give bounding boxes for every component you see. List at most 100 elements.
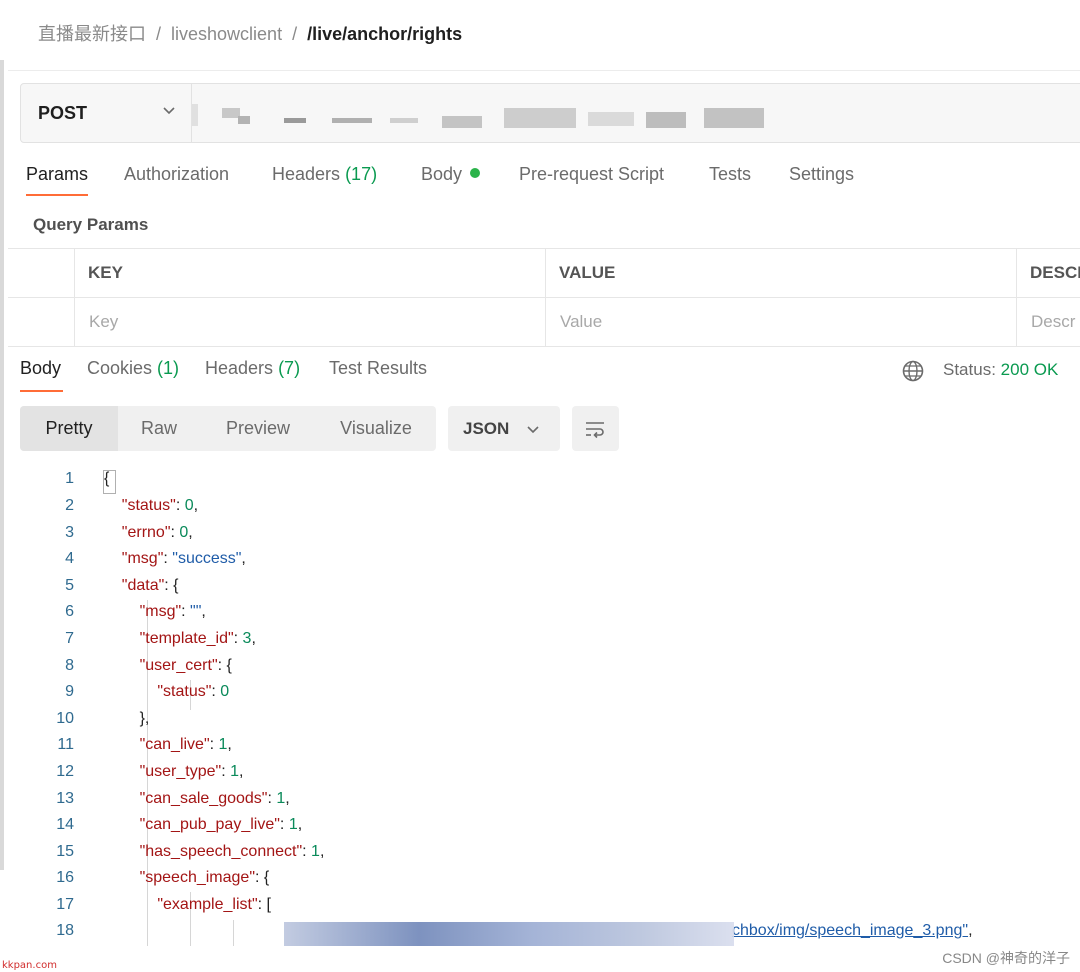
- active-tab-indicator: [26, 194, 88, 196]
- wrap-lines-icon: [586, 422, 604, 439]
- tab-pre-request-script[interactable]: Pre-request Script: [519, 164, 664, 185]
- query-params-title: Query Params: [33, 215, 149, 234]
- line-number: 14: [56, 816, 74, 833]
- line-number: 6: [65, 603, 74, 620]
- tab-authorization[interactable]: Authorization: [124, 164, 229, 185]
- code-line: "errno": 0,: [121, 524, 193, 541]
- body-indicator-dot: [470, 168, 481, 178]
- column-header-description: DESCI: [1030, 263, 1080, 282]
- tab-headers-count: (17): [345, 164, 378, 184]
- line-number: 15: [56, 843, 74, 860]
- tab-headers[interactable]: Headers (17): [272, 164, 377, 185]
- code-line: "speech_image": {: [139, 869, 270, 886]
- tab-params[interactable]: Params: [26, 164, 88, 185]
- code-line: chbox/img/speech_image_3.png",: [732, 922, 973, 939]
- status-label: Status:: [943, 360, 996, 379]
- code-line: "msg": "",: [139, 603, 206, 620]
- code-line: "user_cert": {: [139, 657, 232, 674]
- tab-cookies-count: (1): [157, 358, 180, 378]
- line-number: 17: [56, 896, 74, 913]
- code-line: "status": 0,: [121, 497, 199, 514]
- line-number: 4: [65, 550, 74, 567]
- active-tab-indicator: [20, 390, 63, 392]
- table-header-row: [8, 249, 1080, 298]
- line-number: 13: [56, 790, 74, 807]
- code-line: "status": 0: [157, 683, 230, 700]
- code-line: "data": {: [121, 577, 179, 594]
- tab-response-headers-count: (7): [278, 358, 301, 378]
- tab-response-headers[interactable]: Headers (7): [205, 358, 300, 379]
- line-number: 3: [65, 524, 74, 541]
- query-params-table: KEY VALUE DESCI Key Value Descr: [8, 248, 1080, 347]
- column-header-key: KEY: [88, 263, 123, 282]
- breadcrumb-separator: /: [292, 24, 298, 44]
- value-input[interactable]: Value: [560, 312, 602, 332]
- tab-body[interactable]: Body: [421, 164, 481, 185]
- line-number: 11: [57, 736, 74, 753]
- wrap-lines-button[interactable]: [572, 406, 619, 451]
- view-mode-pretty[interactable]: Pretty: [20, 406, 118, 451]
- watermark-left: kkpan.com: [2, 960, 57, 971]
- line-number: 18: [56, 922, 74, 939]
- line-number: 1: [65, 470, 74, 487]
- image-link[interactable]: chbox/img/speech_image_3.png": [732, 922, 968, 939]
- view-mode-selector: Pretty Raw Preview Visualize: [20, 406, 436, 451]
- window-edge: [0, 60, 4, 870]
- line-number: 9: [65, 683, 74, 700]
- line-number: 7: [65, 630, 74, 647]
- breadcrumb-collection[interactable]: 直播最新接口: [38, 24, 146, 44]
- tab-body-label: Body: [421, 164, 463, 184]
- tab-cookies-label: Cookies: [87, 358, 153, 378]
- format-select[interactable]: JSON: [448, 406, 560, 451]
- status-value: 200 OK: [1000, 360, 1059, 379]
- view-mode-visualize[interactable]: Visualize: [316, 406, 436, 451]
- line-number: 10: [56, 710, 74, 727]
- key-input[interactable]: Key: [89, 312, 118, 332]
- line-number: 2: [65, 497, 74, 514]
- redacted-url: [284, 922, 734, 946]
- view-mode-preview[interactable]: Preview: [200, 406, 316, 451]
- code-line: },: [139, 710, 150, 727]
- tab-headers-label: Headers: [272, 164, 341, 184]
- chevron-down-icon: [163, 107, 175, 115]
- tab-settings[interactable]: Settings: [789, 164, 854, 185]
- code-line: "can_live": 1,: [139, 736, 232, 753]
- code-line: "template_id": 3,: [139, 630, 256, 647]
- divider: [8, 70, 1080, 71]
- breadcrumb-folder[interactable]: liveshowclient: [171, 24, 282, 44]
- table-row: [8, 298, 1080, 347]
- column-divider: [74, 249, 75, 347]
- breadcrumb-separator: /: [156, 24, 162, 44]
- code-line: {: [104, 470, 110, 487]
- indent-guide: [233, 920, 234, 946]
- code-line: "can_pub_pay_live": 1,: [139, 816, 303, 833]
- column-divider: [545, 249, 546, 347]
- breadcrumb: 直播最新接口 / liveshowclient / /live/anchor/right…: [38, 20, 462, 46]
- code-line: "has_speech_connect": 1,: [139, 843, 325, 860]
- globe-icon[interactable]: [901, 359, 925, 383]
- code-line: "example_list": [: [157, 896, 271, 913]
- chevron-down-icon: [527, 426, 539, 434]
- column-divider: [1016, 249, 1017, 347]
- code-line: "can_sale_goods": 1,: [139, 790, 290, 807]
- response-status: Status: 200 OK: [943, 360, 1058, 380]
- view-mode-raw[interactable]: Raw: [118, 406, 200, 451]
- tab-cookies[interactable]: Cookies (1): [87, 358, 179, 379]
- url-input[interactable]: [192, 102, 772, 132]
- code-line: "msg": "success",: [121, 550, 246, 567]
- line-number: 16: [56, 869, 74, 886]
- line-number: 12: [56, 763, 74, 780]
- method-label: POST: [38, 103, 88, 123]
- tab-test-results[interactable]: Test Results: [329, 358, 427, 379]
- tab-response-headers-label: Headers: [205, 358, 274, 378]
- line-number: 8: [65, 657, 74, 674]
- method-select[interactable]: POST: [21, 84, 192, 142]
- breadcrumb-current[interactable]: /live/anchor/rights: [307, 24, 462, 44]
- column-header-value: VALUE: [559, 263, 616, 282]
- code-line: "user_type": 1,: [139, 763, 244, 780]
- tab-tests[interactable]: Tests: [709, 164, 751, 185]
- format-label: JSON: [463, 419, 510, 438]
- tab-response-body[interactable]: Body: [20, 358, 61, 379]
- watermark-right: CSDN @神奇的洋子: [942, 950, 1070, 966]
- description-input[interactable]: Descr: [1031, 312, 1075, 332]
